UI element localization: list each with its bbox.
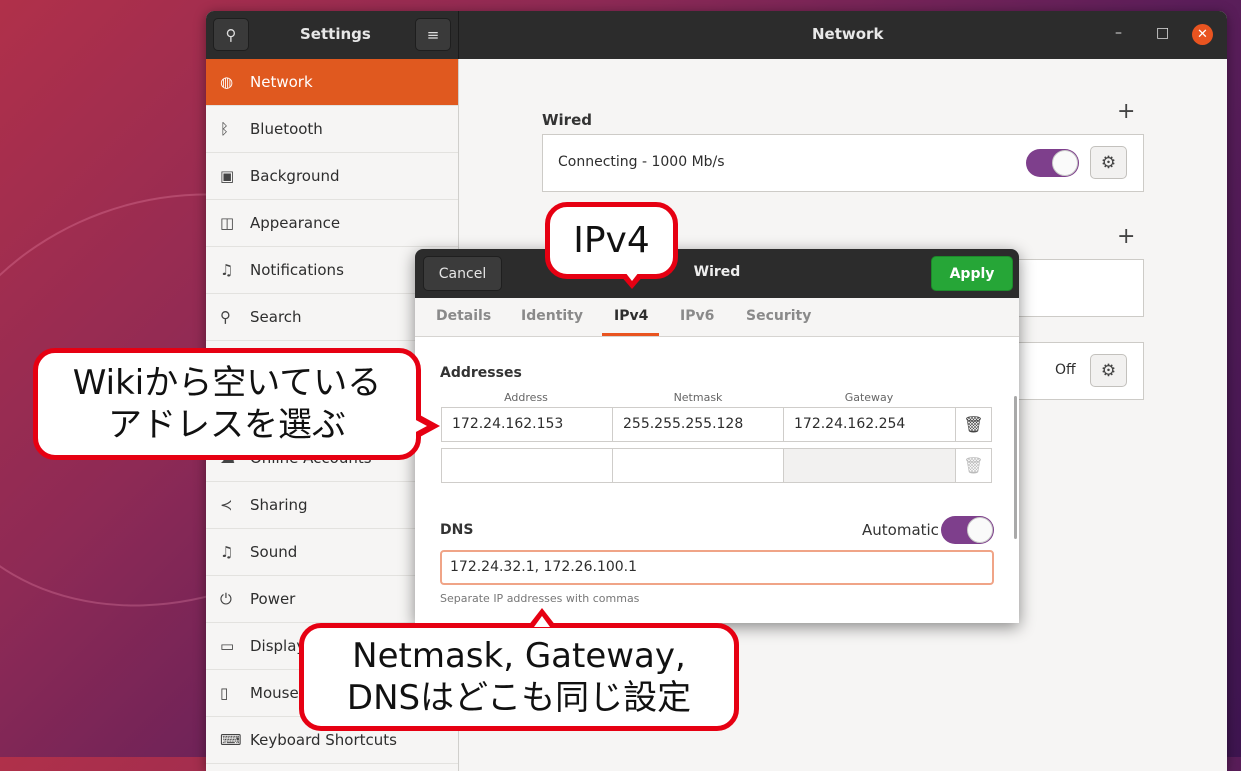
wiki-callout-line1: Wikiから空いている: [72, 362, 382, 403]
wired-section-title: Wired: [542, 111, 592, 129]
netmask-field-empty[interactable]: [613, 449, 784, 482]
netmask-callout-line1: Netmask, Gateway,: [352, 635, 686, 676]
sidebar-title: Settings: [300, 25, 371, 43]
proxy-status: Off: [1055, 362, 1076, 378]
delete-address-button[interactable]: 🗑: [956, 408, 991, 441]
dns-hint: Separate IP addresses with commas: [440, 592, 640, 605]
ipv4-callout-text: IPv4: [573, 220, 650, 261]
dialog-title: Wired: [693, 264, 741, 280]
bell-icon: ♫: [220, 261, 234, 279]
wired-status: Connecting - 1000 Mb/s: [558, 154, 725, 170]
netmask-field[interactable]: 255.255.255.128: [613, 408, 784, 441]
toggle-knob: [1052, 150, 1078, 176]
trash-icon: 🗑: [963, 456, 984, 475]
gateway-field[interactable]: 172.24.162.254: [784, 408, 956, 441]
hamburger-icon: ≡: [426, 25, 440, 44]
search-button[interactable]: ⚲: [213, 18, 249, 51]
sidebar-item-label: Search: [250, 308, 302, 326]
proxy-settings-button[interactable]: ⚙: [1090, 354, 1127, 387]
sidebar-item-label: Background: [250, 167, 340, 185]
ipv4-callout: IPv4: [545, 202, 678, 279]
tab-ipv6[interactable]: IPv6: [680, 308, 714, 324]
minimize-button[interactable]: –: [1115, 25, 1122, 41]
sidebar-item-background[interactable]: ▣ Background: [206, 153, 458, 200]
wired-settings-dialog: Cancel Wired Apply Details Identity IPv4…: [415, 249, 1019, 623]
ipv4-callout-tail-inner: [625, 272, 639, 281]
address-column-header: Address: [504, 391, 548, 404]
tab-identity[interactable]: Identity: [521, 308, 583, 324]
maximize-button[interactable]: □: [1156, 25, 1169, 41]
gear-icon: ⚙: [1100, 152, 1117, 173]
toggle-knob: [967, 517, 993, 543]
sidebar-item-label: Sound: [250, 543, 298, 561]
bluetooth-icon: ᛒ: [220, 120, 230, 138]
dns-input[interactable]: 172.24.32.1, 172.26.100.1: [440, 550, 994, 585]
plus-icon: +: [1117, 99, 1136, 124]
delete-address-button-disabled: 🗑: [956, 449, 991, 482]
sidebar-header: ⚲ Settings ≡: [206, 11, 459, 59]
menu-button[interactable]: ≡: [415, 18, 451, 51]
close-icon: ✕: [1197, 27, 1208, 42]
sidebar-item-label: Keyboard Shortcuts: [250, 731, 397, 749]
netmask-callout-line2: DNSはどこも同じ設定: [346, 678, 692, 718]
dns-title: DNS: [440, 522, 474, 538]
share-icon: ≺: [220, 496, 233, 514]
trash-icon: 🗑: [963, 415, 984, 434]
sidebar-item-label: Power: [250, 590, 296, 608]
wiki-callout-line2: アドレスを選ぶ: [108, 405, 346, 445]
gateway-column-header: Gateway: [844, 391, 894, 404]
dns-automatic-label: Automatic: [862, 521, 939, 539]
address-field-empty[interactable]: [442, 449, 613, 482]
wired-toggle[interactable]: [1026, 149, 1079, 177]
monitor-icon: ▣: [220, 167, 235, 185]
dialog-header: Cancel Wired Apply: [415, 249, 1019, 298]
sidebar-item-label: Network: [250, 73, 313, 91]
address-field[interactable]: 172.24.162.153: [442, 408, 613, 441]
keyboard-icon: ⌨: [220, 731, 242, 749]
search-icon: ⚲: [225, 25, 237, 44]
tab-ipv4[interactable]: IPv4: [614, 308, 648, 324]
netmask-callout-tail-inner: [534, 616, 550, 627]
search-icon: ⚲: [220, 308, 231, 326]
add-wired-button[interactable]: +: [1117, 99, 1135, 124]
sidebar-item-appearance[interactable]: ◫ Appearance: [206, 200, 458, 247]
display-icon: ▭: [220, 637, 235, 655]
globe-icon: ◍: [220, 73, 234, 91]
gear-icon: ⚙: [1100, 360, 1117, 381]
sidebar-item-label: Bluetooth: [250, 120, 323, 138]
address-row-empty: 🗑: [441, 448, 992, 483]
page-title: Network: [812, 25, 884, 43]
tab-security[interactable]: Security: [746, 308, 811, 324]
wiki-callout-tail-inner: [414, 419, 427, 433]
music-icon: ♫: [220, 543, 234, 561]
mouse-icon: ▯: [220, 684, 229, 702]
sidebar-item-label: Sharing: [250, 496, 308, 514]
header-bar: ⚲ Settings ≡ Network – □ ✕: [206, 11, 1227, 59]
tab-details[interactable]: Details: [436, 308, 491, 324]
dns-automatic-toggle[interactable]: [941, 516, 994, 544]
sidebar-item-network[interactable]: ◍ Network: [206, 59, 458, 106]
sidebar-item-label: Notifications: [250, 261, 344, 279]
power-icon: ⏻: [220, 590, 232, 608]
close-button[interactable]: ✕: [1192, 24, 1213, 45]
netmask-callout: Netmask, Gateway, DNSはどこも同じ設定: [299, 623, 739, 731]
add-vpn-button[interactable]: +: [1117, 224, 1135, 249]
plus-icon: +: [1117, 224, 1136, 249]
address-row: 172.24.162.153 255.255.255.128 172.24.16…: [441, 407, 992, 442]
apply-button[interactable]: Apply: [931, 256, 1013, 291]
sidebar-item-label: Appearance: [250, 214, 341, 232]
wiki-callout: Wikiから空いている アドレスを選ぶ: [33, 348, 421, 460]
addresses-title: Addresses: [440, 365, 522, 381]
netmask-column-header: Netmask: [673, 391, 723, 404]
dialog-scrollbar[interactable]: [1014, 396, 1017, 539]
gateway-field-empty[interactable]: [784, 449, 956, 482]
sidebar-item-bluetooth[interactable]: ᛒ Bluetooth: [206, 106, 458, 153]
active-tab-indicator: [602, 333, 659, 336]
appearance-icon: ◫: [220, 214, 235, 232]
wired-settings-button[interactable]: ⚙: [1090, 146, 1127, 179]
wired-connection-card: Connecting - 1000 Mb/s ⚙: [542, 134, 1144, 192]
dialog-tabs: Details Identity IPv4 IPv6 Security: [415, 298, 1019, 337]
